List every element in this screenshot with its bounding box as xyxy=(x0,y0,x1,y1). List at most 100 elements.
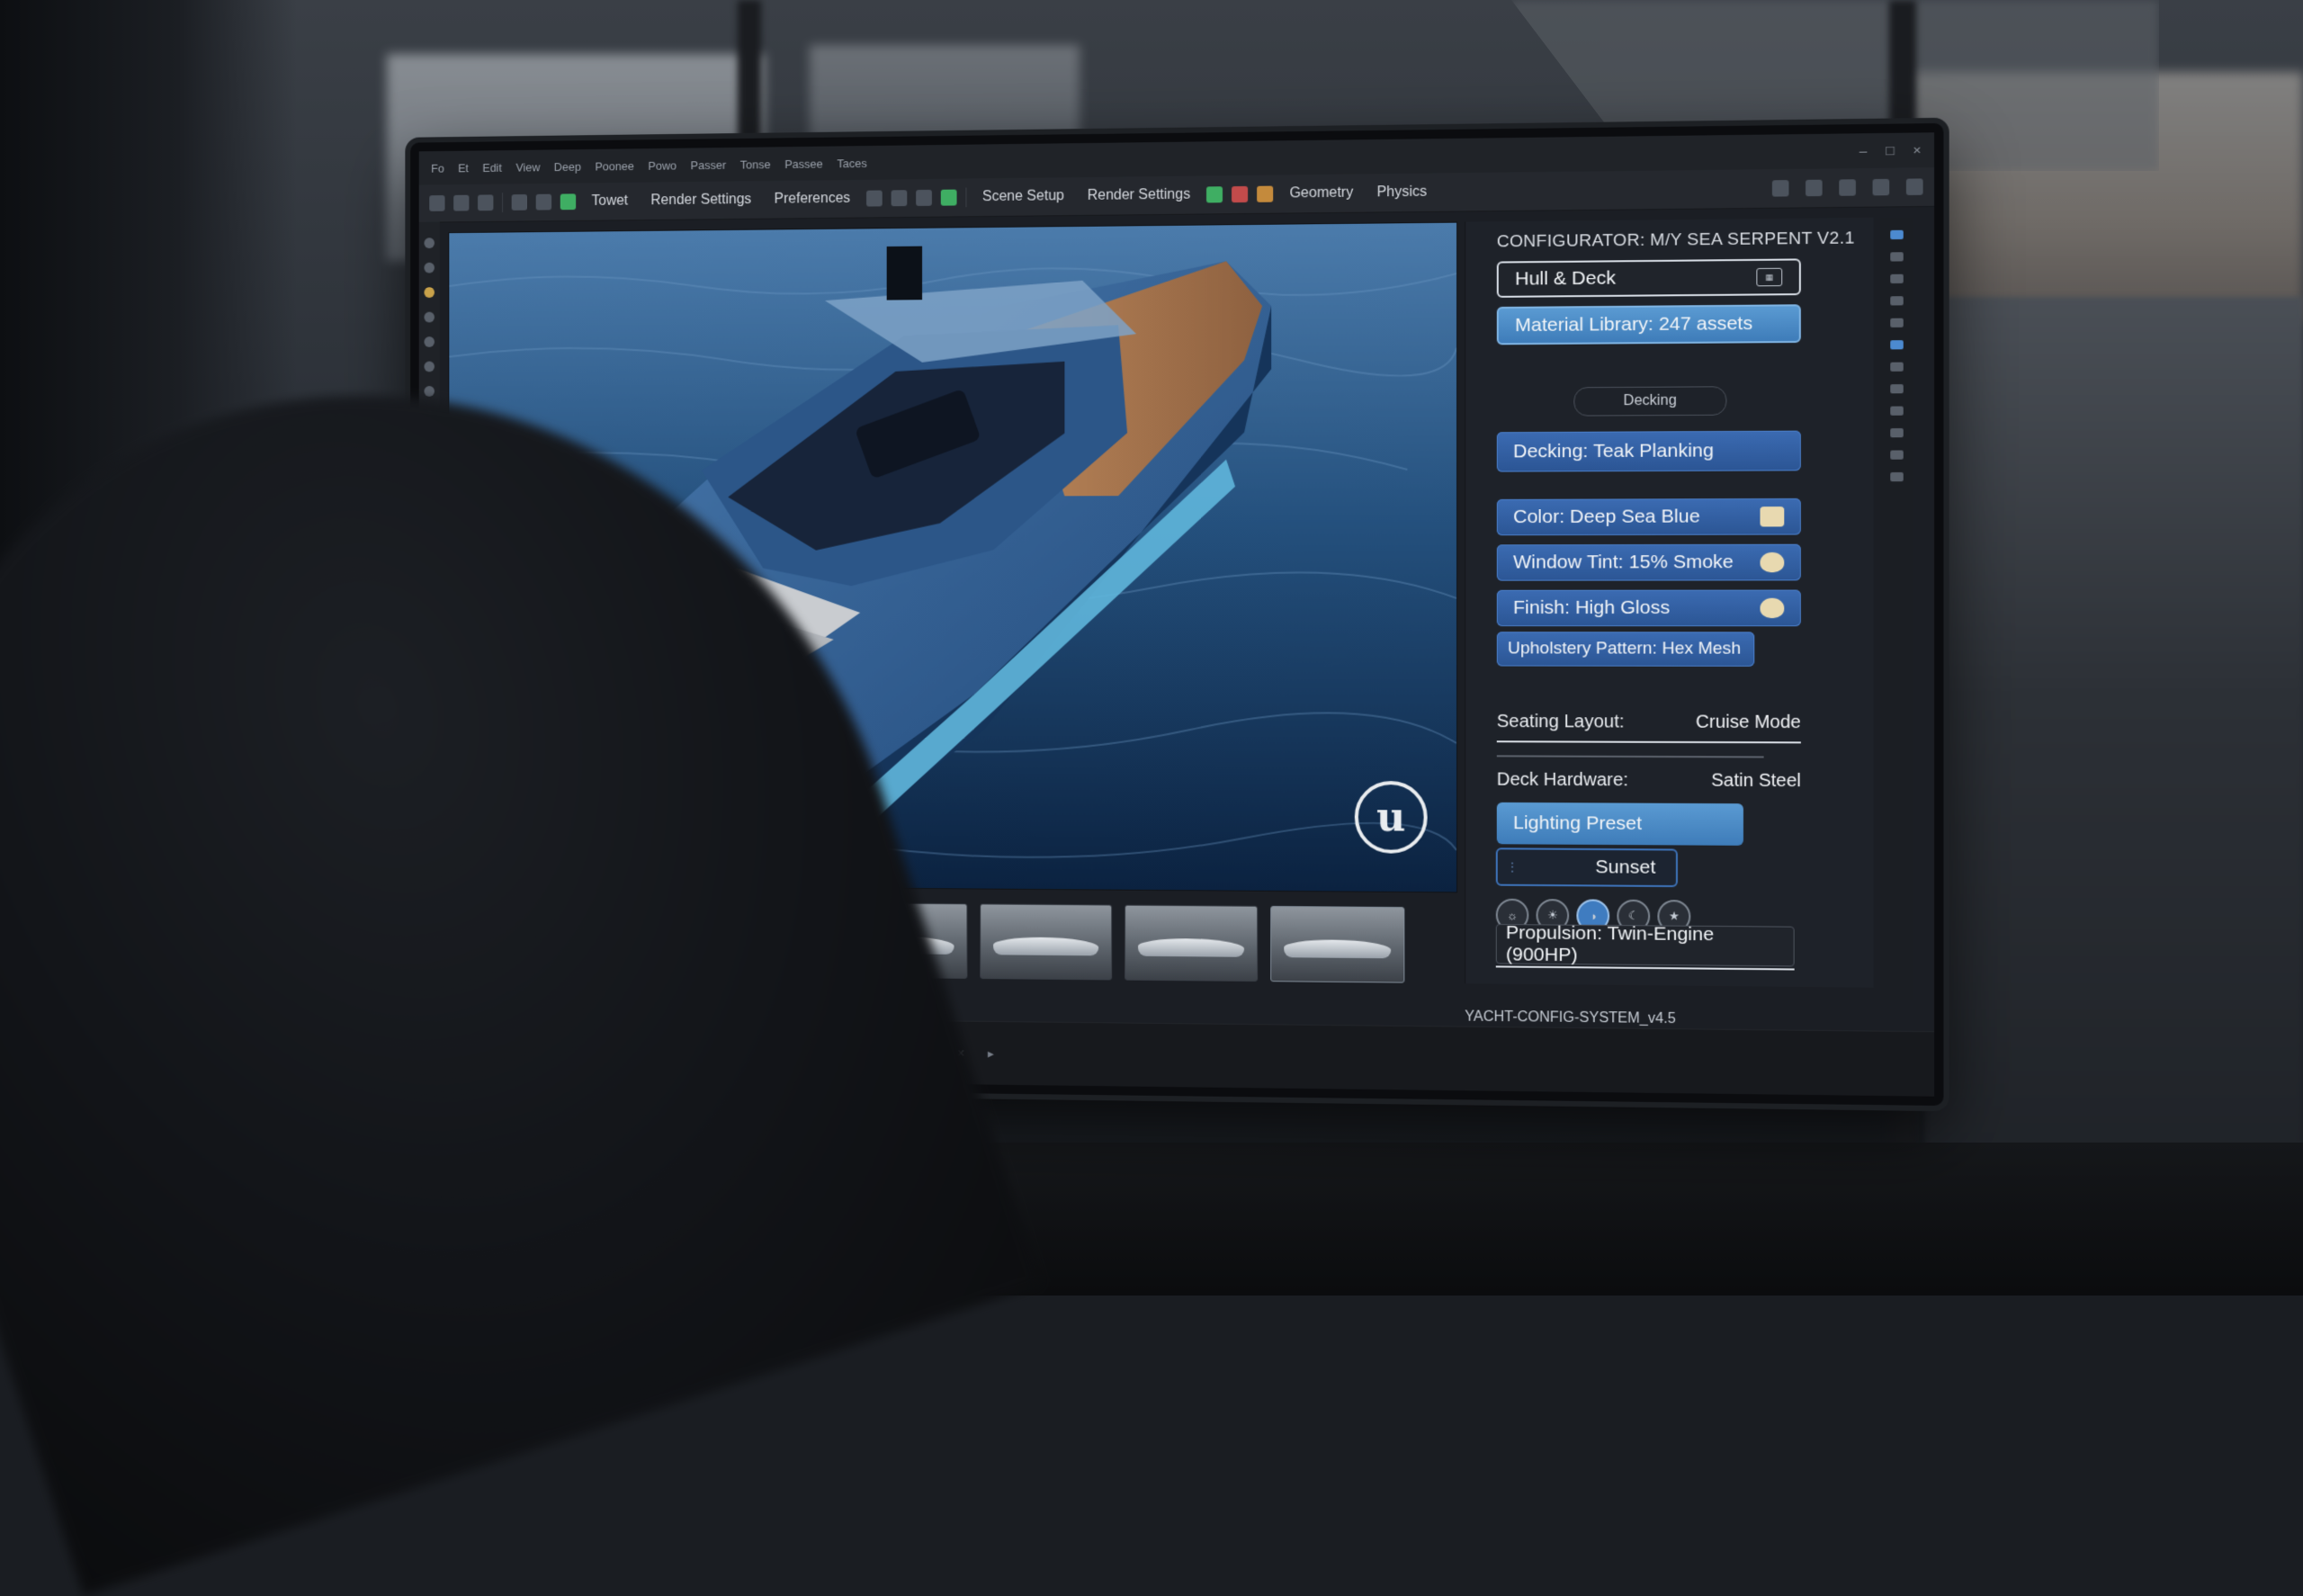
decking-button[interactable]: Decking: Teak Planking xyxy=(1496,430,1801,472)
bookmark-icon[interactable] xyxy=(1890,384,1904,394)
camera-icon[interactable] xyxy=(891,190,908,207)
cursor-icon[interactable] xyxy=(424,238,435,249)
window-tint-label: Window Tint: 15% Smoke xyxy=(1513,551,1734,573)
decking-pill[interactable]: Decking xyxy=(1573,386,1727,417)
hull-deck-label: Hull & Deck xyxy=(1515,267,1617,290)
lighting-preset-button[interactable]: Lighting Preset xyxy=(1496,802,1743,846)
tab-render-settings[interactable]: Render Settings xyxy=(644,188,758,212)
toolbar-divider xyxy=(502,193,504,212)
history-icon[interactable] xyxy=(1890,362,1904,372)
menu-item[interactable]: Deep xyxy=(554,159,581,173)
folder-icon[interactable] xyxy=(424,262,435,273)
grid-icon[interactable] xyxy=(511,193,528,211)
pin-icon[interactable] xyxy=(1890,229,1904,240)
status-green-icon[interactable] xyxy=(1206,186,1223,203)
system-version: YACHT-CONFIG-SYSTEM_v4.5 xyxy=(1465,1009,1676,1027)
hardware-row[interactable]: Deck Hardware: Satin Steel xyxy=(1497,770,1801,793)
outliner-icon[interactable] xyxy=(1890,252,1904,262)
rotate-tool-icon[interactable] xyxy=(478,194,494,211)
material-library-label: Material Library: 247 assets xyxy=(1515,312,1753,336)
window-controls: – □ × xyxy=(1859,142,1922,158)
thumbnail-selected[interactable] xyxy=(1270,905,1405,983)
right-tool-strip xyxy=(1879,217,1914,1001)
window-tint-button[interactable]: Window Tint: 15% Smoke xyxy=(1496,543,1801,581)
layers-icon[interactable] xyxy=(424,336,435,347)
light-icon[interactable] xyxy=(915,189,932,206)
selection-icon[interactable] xyxy=(1890,340,1904,350)
divider xyxy=(1496,755,1764,758)
finish-button[interactable]: Finish: High Gloss xyxy=(1496,589,1801,627)
panel-icon[interactable] xyxy=(1806,179,1823,197)
step-icon[interactable]: ▸ xyxy=(988,1045,994,1061)
seating-underline xyxy=(1496,740,1801,744)
select-tool-icon[interactable] xyxy=(429,195,445,211)
decking-label: Decking: Teak Planking xyxy=(1513,440,1714,462)
menu-item[interactable]: Taces xyxy=(837,157,866,170)
clock-icon[interactable] xyxy=(424,311,435,323)
settings-icon[interactable] xyxy=(1905,178,1923,195)
panel-title: CONFIGURATOR: M/Y SEA SERPENT V2.1 xyxy=(1496,229,1855,252)
seating-row[interactable]: Seating Layout: Cruise Mode xyxy=(1497,712,1801,733)
snap-icon[interactable] xyxy=(535,193,552,211)
menu-item[interactable]: Poonee xyxy=(595,159,633,173)
tab-render-settings-2[interactable]: Render Settings xyxy=(1080,184,1197,208)
play-icon[interactable] xyxy=(560,193,577,211)
menu-item[interactable]: Fo xyxy=(431,161,444,175)
material-library-button[interactable]: Material Library: 247 assets xyxy=(1496,304,1801,345)
layout-icon[interactable] xyxy=(1771,180,1789,197)
maximize-icon[interactable]: □ xyxy=(1886,143,1894,158)
finish-swatch-icon xyxy=(1760,597,1785,619)
menu-item[interactable]: View xyxy=(515,160,540,174)
hardware-label: Deck Hardware: xyxy=(1496,769,1629,791)
split-icon[interactable] xyxy=(1839,179,1856,196)
stats-icon[interactable] xyxy=(865,190,883,207)
menu-item[interactable]: Powo xyxy=(648,158,677,172)
unreal-engine-logo: u xyxy=(1354,780,1428,854)
minimize-icon[interactable]: – xyxy=(1859,143,1868,158)
hull-deck-button[interactable]: Hull & Deck ▦ xyxy=(1496,258,1801,298)
output-icon[interactable] xyxy=(1890,428,1904,438)
menu-item[interactable]: Passee xyxy=(784,157,822,170)
hull-deck-box-icon: ▦ xyxy=(1756,267,1783,287)
menu-item[interactable]: Tonse xyxy=(740,157,771,171)
pin-icon[interactable] xyxy=(424,361,435,372)
tab-preferences[interactable]: Preferences xyxy=(767,187,857,211)
seating-value: Cruise Mode xyxy=(1696,712,1801,733)
lighting-label: Lighting Preset xyxy=(1513,812,1643,835)
color-label: Color: Deep Sea Blue xyxy=(1513,506,1700,528)
finish-label: Finish: High Gloss xyxy=(1513,596,1671,619)
upholstery-button[interactable]: Upholstery Pattern: Hex Mesh xyxy=(1496,632,1755,667)
menu-item[interactable]: Et xyxy=(458,161,469,175)
color-swatch-icon xyxy=(1760,507,1785,527)
tab-towet[interactable]: Towet xyxy=(585,190,635,213)
memory-icon[interactable] xyxy=(1890,471,1904,482)
menu-item[interactable]: Passer xyxy=(691,157,726,171)
tools-icon[interactable] xyxy=(1872,178,1890,196)
tab-scene-setup[interactable]: Scene Setup xyxy=(975,184,1071,209)
seating-label: Seating Layout: xyxy=(1496,711,1625,732)
layers-icon[interactable] xyxy=(1890,296,1904,306)
stats-icon[interactable] xyxy=(1890,450,1904,460)
status-green-icon[interactable] xyxy=(940,189,957,206)
light-bulb-icon[interactable] xyxy=(424,287,435,299)
configurator-panel: CONFIGURATOR: M/Y SEA SERPENT V2.1 Hull … xyxy=(1465,217,1874,988)
hardware-value: Satin Steel xyxy=(1711,770,1801,792)
toolbar-divider xyxy=(965,187,967,208)
menu-item[interactable]: Edit xyxy=(482,160,502,174)
close-icon[interactable]: × xyxy=(1913,142,1921,157)
info-icon[interactable] xyxy=(424,385,435,397)
tab-geometry[interactable]: Geometry xyxy=(1282,181,1360,205)
warning-icon[interactable] xyxy=(1257,185,1274,202)
color-button[interactable]: Color: Deep Sea Blue xyxy=(1496,498,1801,536)
details-icon[interactable] xyxy=(1890,273,1904,284)
tab-physics[interactable]: Physics xyxy=(1369,181,1434,205)
upholstery-label: Upholstery Pattern: Hex Mesh xyxy=(1507,639,1742,659)
tint-swatch-icon xyxy=(1760,551,1785,573)
close-tab-icon[interactable] xyxy=(1232,185,1249,203)
filter-icon[interactable] xyxy=(1890,318,1904,327)
debug-icon[interactable] xyxy=(1890,406,1904,416)
toolbar-right-icons xyxy=(1771,178,1923,197)
thumbnail[interactable] xyxy=(1125,904,1259,982)
thumbnail[interactable] xyxy=(980,903,1113,981)
move-tool-icon[interactable] xyxy=(453,194,470,211)
